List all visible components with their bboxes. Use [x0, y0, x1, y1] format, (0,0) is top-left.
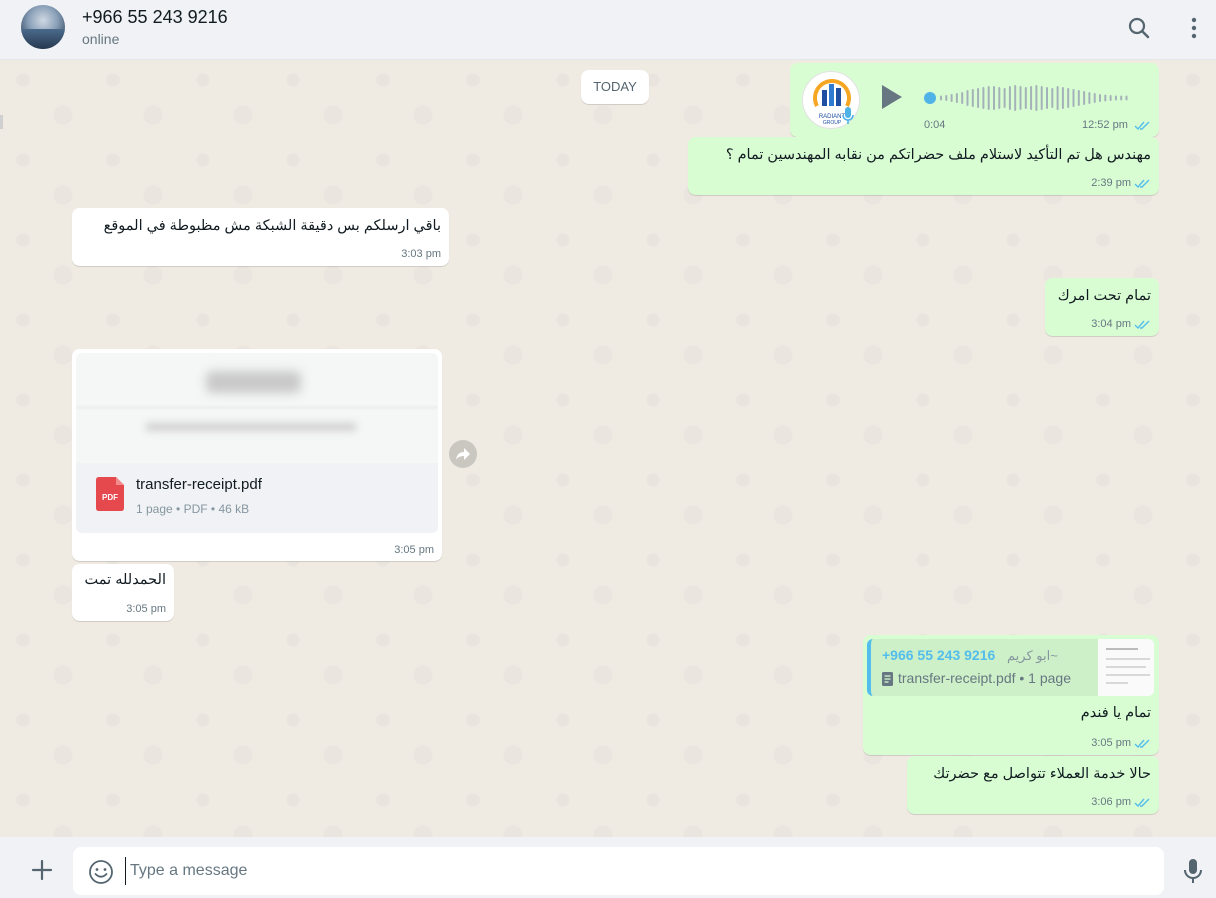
play-icon[interactable]	[880, 83, 904, 111]
contact-name[interactable]: +966 55 243 9216	[82, 7, 228, 28]
message-text: مهندس هل تم التأكيد لاستلام ملف حضراتكم …	[725, 147, 1151, 163]
date-divider: TODAY	[581, 70, 649, 104]
read-ticks-icon	[1134, 121, 1150, 131]
search-icon[interactable]	[1125, 14, 1153, 42]
message-time: 2:39 pm	[1091, 177, 1131, 189]
menu-icon[interactable]	[1180, 14, 1208, 42]
quoted-thumbnail	[1098, 639, 1154, 696]
quoted-author: +966 55 243 9216	[882, 647, 996, 663]
emoji-icon[interactable]	[88, 859, 114, 885]
quoted-message[interactable]: +966 55 243 9216 ~ابو كريم transfer-rece…	[867, 639, 1154, 696]
read-ticks-icon	[1134, 320, 1150, 330]
document-icon	[882, 672, 893, 686]
message-input[interactable]	[125, 857, 1145, 885]
document-preview[interactable]	[76, 353, 438, 463]
contact-status: online	[82, 31, 120, 47]
document-meta: 1 page • PDF • 46 kB	[136, 502, 250, 516]
forward-icon	[456, 448, 470, 460]
preview-blur	[206, 371, 301, 393]
voice-duration: 0:04	[924, 119, 946, 131]
document-card[interactable]: PDF transfer-receipt.pdf 1 page • PDF • …	[76, 463, 438, 533]
mic-icon[interactable]	[1182, 857, 1204, 885]
read-ticks-icon	[1134, 739, 1150, 749]
message-bubble-incoming: باقي ارسلكم بس دقيقة الشبكة مش مظبوطة في…	[72, 208, 449, 266]
forward-button[interactable]	[449, 440, 477, 468]
preview-blur	[146, 423, 356, 431]
attach-plus-icon[interactable]	[29, 857, 55, 883]
message-text: الحمدلله تمت	[84, 572, 166, 588]
contact-avatar[interactable]	[21, 5, 65, 49]
pdf-icon: PDF	[96, 477, 124, 511]
mic-badge-icon	[842, 107, 854, 124]
svg-text:GROUP: GROUP	[823, 120, 842, 126]
message-bubble-outgoing: حالا خدمة العملاء تتواصل مع حضرتك 3:06 p…	[907, 756, 1159, 814]
message-time: 3:05 pm	[126, 603, 166, 615]
voice-message: RADIANT GROUP 0:04 12:52 pm	[790, 63, 1159, 137]
message-text: حالا خدمة العملاء تتواصل مع حضرتك	[933, 766, 1151, 782]
message-time: 12:52 pm	[1082, 119, 1128, 131]
message-time: 3:05 pm	[394, 544, 434, 556]
message-time: 3:06 pm	[1091, 796, 1131, 808]
document-message: PDF transfer-receipt.pdf 1 page • PDF • …	[72, 349, 442, 561]
message-bubble-outgoing: تمام تحت امرك 3:04 pm	[1045, 278, 1159, 336]
message-bubble-outgoing-reply: +966 55 243 9216 ~ابو كريم transfer-rece…	[863, 635, 1159, 755]
message-time: 3:05 pm	[1091, 737, 1131, 749]
document-name: transfer-receipt.pdf	[136, 476, 262, 493]
composer-bar	[0, 837, 1216, 898]
svg-text:PDF: PDF	[102, 493, 118, 502]
chat-header: +966 55 243 9216 online	[0, 0, 1216, 60]
read-ticks-icon	[1134, 179, 1150, 189]
chat-panel[interactable]: TODAY RADIANT GROUP 0:04 12:52 pm مهندس …	[3, 60, 1216, 837]
message-bubble-outgoing: مهندس هل تم التأكيد لاستلام ملف حضراتكم …	[688, 137, 1159, 195]
read-ticks-icon	[1134, 798, 1150, 808]
message-bubble-incoming: الحمدلله تمت 3:05 pm	[72, 564, 174, 621]
quoted-document: transfer-receipt.pdf • 1 page	[898, 670, 1071, 686]
message-text: تمام يا فندم	[1080, 705, 1151, 721]
quoted-push-name: ~ابو كريم	[1007, 648, 1058, 663]
message-time: 3:04 pm	[1091, 318, 1131, 330]
audio-waveform[interactable]	[923, 81, 1138, 115]
message-text: تمام تحت امرك	[1057, 288, 1151, 304]
preview-blur	[76, 407, 438, 408]
message-input-box[interactable]	[73, 847, 1164, 895]
message-text: باقي ارسلكم بس دقيقة الشبكة مش مظبوطة في…	[103, 218, 441, 234]
message-time: 3:03 pm	[401, 248, 441, 260]
